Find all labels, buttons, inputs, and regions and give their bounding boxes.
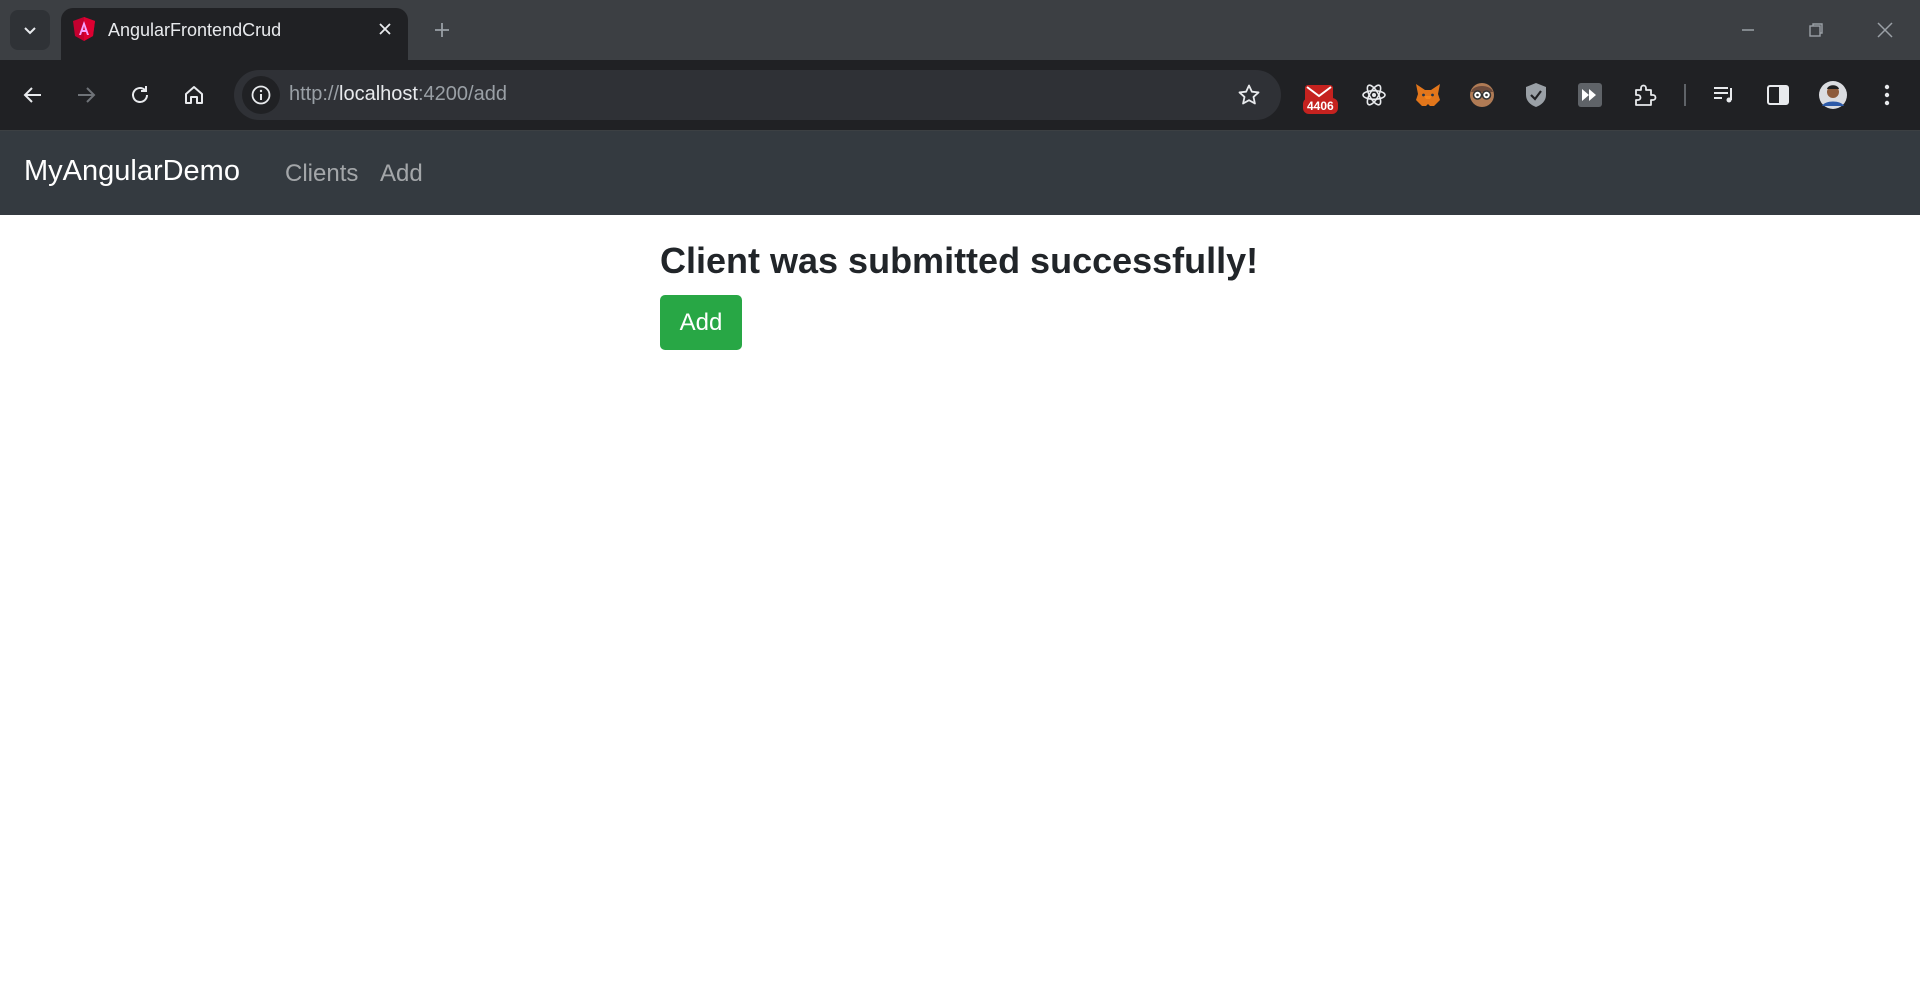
info-icon (251, 85, 271, 105)
nav-link-add[interactable]: Add (380, 160, 423, 188)
close-icon (1877, 22, 1893, 38)
add-button[interactable]: Add (660, 295, 742, 350)
puzzle-icon (1635, 84, 1657, 106)
minimize-button[interactable] (1724, 10, 1772, 50)
bookmark-button[interactable] (1231, 77, 1267, 113)
browser-menu-button[interactable] (1868, 76, 1906, 114)
restore-button[interactable] (1792, 10, 1840, 50)
minimize-icon (1742, 29, 1754, 31)
mail-extension-button[interactable]: 4406 (1300, 76, 1338, 114)
restore-icon (1809, 23, 1823, 37)
app-navbar: MyAngularDemo Clients Add (0, 131, 1920, 215)
plus-icon (435, 23, 449, 37)
home-icon (185, 86, 203, 104)
nav-link-clients[interactable]: Clients (285, 160, 358, 188)
navbar-brand[interactable]: MyAngularDemo (24, 155, 240, 188)
shield-icon (1526, 83, 1546, 107)
url-text: http://localhost:4200/add (289, 83, 507, 106)
chevron-down-icon (24, 27, 36, 35)
glasses-face-icon (1470, 83, 1494, 107)
glasses-extension-button[interactable] (1463, 76, 1501, 114)
success-message: Client was submitted successfully! (660, 240, 1259, 281)
arrow-left-icon (23, 87, 41, 103)
close-icon (379, 23, 391, 35)
side-panel-icon (1767, 85, 1789, 105)
fast-forward-icon (1578, 83, 1602, 107)
url-host: localhost (339, 83, 418, 105)
react-devtools-button[interactable] (1355, 76, 1393, 114)
tab-close-button[interactable] (372, 16, 398, 42)
tab-title: AngularFrontendCrud (108, 20, 282, 40)
new-tab-button[interactable] (424, 12, 460, 48)
avatar (1819, 81, 1847, 109)
metamask-button[interactable] (1409, 76, 1447, 114)
profile-button[interactable] (1814, 76, 1852, 114)
extension-badge: 4406 (1303, 98, 1338, 114)
site-info-button[interactable] (242, 76, 280, 114)
fox-icon (1416, 84, 1440, 106)
url-path: :4200/add (417, 83, 507, 105)
url-scheme: http:// (289, 83, 340, 105)
angular-icon (73, 17, 95, 41)
star-icon (1238, 84, 1260, 105)
shield-extension-button[interactable] (1517, 76, 1555, 114)
toolbar-separator (1684, 84, 1686, 106)
media-controls-button[interactable] (1705, 76, 1743, 114)
window-close-button[interactable] (1861, 10, 1909, 50)
home-button[interactable] (174, 75, 214, 115)
extensions-menu-button[interactable] (1626, 76, 1664, 114)
tab-strip: AngularFrontendCrud (0, 0, 1920, 60)
browser-toolbar: http://localhost:4200/add 4406 (0, 60, 1920, 130)
forward-button[interactable] (66, 75, 106, 115)
back-button[interactable] (13, 75, 53, 115)
side-panel-button[interactable] (1759, 76, 1797, 114)
tab-search-button[interactable] (10, 10, 50, 50)
arrow-right-icon (78, 87, 96, 103)
reload-icon (132, 86, 148, 103)
react-icon (1362, 84, 1386, 106)
address-bar[interactable]: http://localhost:4200/add (234, 70, 1281, 120)
playlist-icon (1714, 87, 1732, 103)
kebab-menu-icon (1884, 84, 1890, 106)
browser-tab-active[interactable]: AngularFrontendCrud (61, 8, 408, 60)
fast-forward-extension-button[interactable] (1571, 76, 1609, 114)
reload-button[interactable] (120, 75, 160, 115)
